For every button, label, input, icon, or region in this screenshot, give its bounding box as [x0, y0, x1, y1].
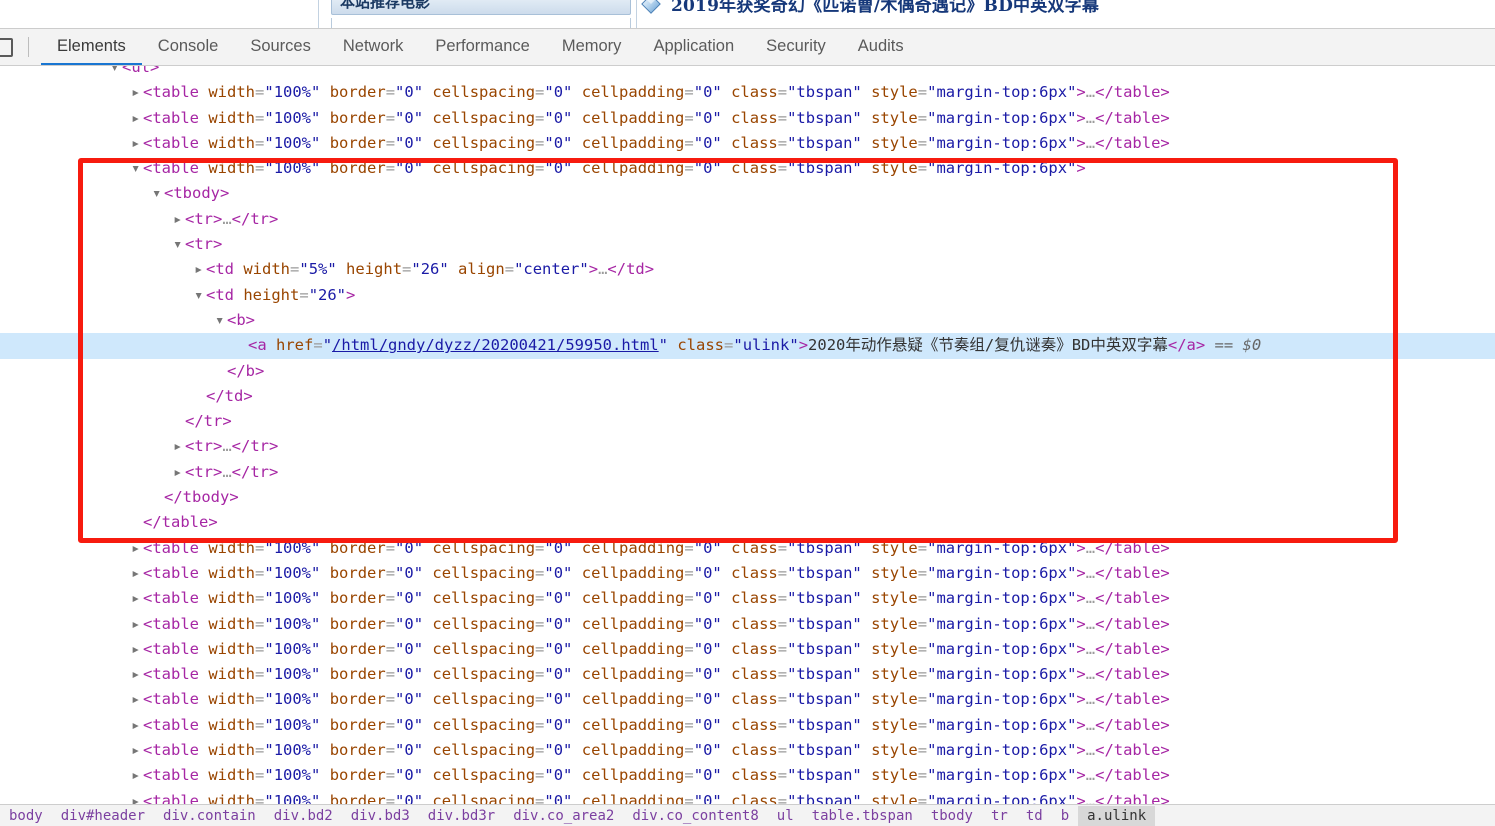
- device-toolbar-button[interactable]: [0, 29, 18, 65]
- breadcrumb-item-div-bd2[interactable]: div.bd2: [265, 806, 342, 826]
- dom-tree-row[interactable]: <table width="100%" border="0" cellspaci…: [0, 131, 1495, 156]
- dom-tree-row[interactable]: <td height="26">: [0, 283, 1495, 308]
- dom-tree-row[interactable]: <table width="100%" border="0" cellspaci…: [0, 586, 1495, 611]
- dom-tree-row[interactable]: <b>: [0, 308, 1495, 333]
- breadcrumb-item-body[interactable]: body: [0, 806, 52, 826]
- dom-tree[interactable]: <ul><table width="100%" border="0" cells…: [0, 66, 1495, 804]
- tab-network[interactable]: Network: [327, 29, 420, 65]
- devtools-tab-bar: Elements Console Sources Network Perform…: [41, 29, 920, 65]
- recommended-movies-header: 本站推荐电影: [331, 0, 631, 15]
- page-divider-right: [636, 0, 637, 28]
- tab-audits[interactable]: Audits: [842, 29, 920, 65]
- breadcrumb-item-table-tbspan[interactable]: table.tbspan: [803, 806, 922, 826]
- device-toolbar-icon: [0, 37, 13, 57]
- elements-dom-tree-panel[interactable]: <ul><table width="100%" border="0" cells…: [0, 66, 1495, 804]
- tab-sources[interactable]: Sources: [234, 29, 327, 65]
- dom-tree-row[interactable]: </tr>: [0, 409, 1495, 434]
- breadcrumb-item-ul[interactable]: ul: [768, 806, 803, 826]
- tab-application[interactable]: Application: [637, 29, 750, 65]
- dom-tree-row[interactable]: <table width="100%" border="0" cellspaci…: [0, 713, 1495, 738]
- dom-tree-row[interactable]: <tr>…</tr>: [0, 207, 1495, 232]
- breadcrumb-item-tbody[interactable]: tbody: [922, 806, 982, 826]
- tab-elements[interactable]: Elements: [41, 29, 142, 65]
- breadcrumb-item-div-bd3r[interactable]: div.bd3r: [419, 806, 504, 826]
- dom-tree-row[interactable]: <table width="100%" border="0" cellspaci…: [0, 156, 1495, 181]
- dom-tree-row[interactable]: <table width="100%" border="0" cellspaci…: [0, 789, 1495, 804]
- dom-tree-row[interactable]: <table width="100%" border="0" cellspaci…: [0, 80, 1495, 105]
- breadcrumb-item-td[interactable]: td: [1017, 806, 1052, 826]
- devtools-toolbar: Elements Console Sources Network Perform…: [0, 28, 1495, 66]
- dom-tree-row[interactable]: <ul>: [0, 66, 1495, 80]
- dom-tree-row[interactable]: </tbody>: [0, 485, 1495, 510]
- breadcrumb-item-tr[interactable]: tr: [982, 806, 1017, 826]
- dom-tree-row[interactable]: <table width="100%" border="0" cellspaci…: [0, 763, 1495, 788]
- dom-tree-row[interactable]: </table>: [0, 510, 1495, 535]
- breadcrumb-item-div-bd3[interactable]: div.bd3: [342, 806, 419, 826]
- recommended-movies-body: [331, 18, 631, 28]
- dom-tree-row[interactable]: <table width="100%" border="0" cellspaci…: [0, 687, 1495, 712]
- breadcrumb-item-div-header[interactable]: div#header: [52, 806, 154, 826]
- diamond-icon: [641, 0, 661, 14]
- dom-tree-row[interactable]: <td width="5%" height="26" align="center…: [0, 257, 1495, 282]
- tab-memory[interactable]: Memory: [546, 29, 638, 65]
- dom-tree-row[interactable]: </td>: [0, 384, 1495, 409]
- tab-security[interactable]: Security: [750, 29, 842, 65]
- breadcrumb-item-a-ulink[interactable]: a.ulink: [1078, 805, 1156, 826]
- movie-list-item[interactable]: 2019年获奖奇幻《匹诺曹/木偶奇遇记》BD中英双字幕: [640, 0, 1099, 16]
- dom-tree-row[interactable]: <table width="100%" border="0" cellspaci…: [0, 536, 1495, 561]
- movie-title-link[interactable]: 2019年获奖奇幻《匹诺曹/木偶奇遇记》BD中英双字幕: [671, 0, 1099, 16]
- dom-tree-row[interactable]: <tr>: [0, 232, 1495, 257]
- breadcrumb-item-div-contain[interactable]: div.contain: [154, 806, 265, 826]
- toolbar-separator: [28, 37, 29, 57]
- web-page-content-strip: 本站推荐电影 2019年获奖奇幻《匹诺曹/木偶奇遇记》BD中英双字幕: [0, 0, 1495, 28]
- dom-tree-row[interactable]: <table width="100%" border="0" cellspaci…: [0, 637, 1495, 662]
- dom-breadcrumb-bar[interactable]: body div#header div.contain div.bd2 div.bd3 d…: [0, 804, 1495, 826]
- dom-tree-row[interactable]: <table width="100%" border="0" cellspaci…: [0, 106, 1495, 131]
- page-divider-left: [318, 0, 319, 28]
- dom-tree-row[interactable]: <a href="/html/gndy/dyzz/20200421/59950.…: [0, 333, 1495, 359]
- dom-tree-row[interactable]: <table width="100%" border="0" cellspaci…: [0, 561, 1495, 586]
- tab-performance[interactable]: Performance: [419, 29, 545, 65]
- recommended-movies-label: 本站推荐电影: [340, 0, 431, 11]
- breadcrumb-item-div-co_area2[interactable]: div.co_area2: [504, 806, 623, 826]
- dom-tree-row[interactable]: <table width="100%" border="0" cellspaci…: [0, 662, 1495, 687]
- dom-tree-row[interactable]: <tr>…</tr>: [0, 434, 1495, 459]
- dom-tree-row[interactable]: <tr>…</tr>: [0, 460, 1495, 485]
- dom-tree-row[interactable]: <table width="100%" border="0" cellspaci…: [0, 612, 1495, 637]
- breadcrumb-item-div-co_content8[interactable]: div.co_content8: [623, 806, 767, 826]
- dom-tree-row[interactable]: </b>: [0, 359, 1495, 384]
- breadcrumb-item-b[interactable]: b: [1052, 806, 1078, 826]
- tab-console[interactable]: Console: [142, 29, 235, 65]
- dom-tree-row[interactable]: <table width="100%" border="0" cellspaci…: [0, 738, 1495, 763]
- dom-tree-row[interactable]: <tbody>: [0, 181, 1495, 206]
